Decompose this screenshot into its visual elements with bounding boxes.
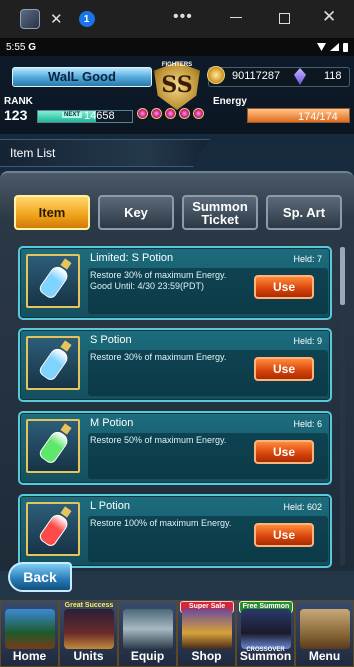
nav-shop-label: Shop bbox=[191, 649, 222, 663]
nav-equip[interactable]: Equip bbox=[118, 600, 177, 667]
item-held-count: Held: 9 bbox=[293, 336, 322, 346]
emblem-banner: FIGHTERS bbox=[161, 62, 193, 68]
item-list[interactable]: Limited: S Potion Held: 7 Restore 30% of… bbox=[14, 245, 338, 575]
rank-value: 123 bbox=[4, 107, 28, 123]
next-label: NEXT bbox=[62, 112, 83, 118]
gem-icon bbox=[165, 108, 176, 119]
category-tabs: Item Key Summon Ticket Sp. Art bbox=[14, 195, 342, 230]
nav-summon-label: Summon bbox=[239, 649, 292, 663]
wifi-icon bbox=[317, 43, 326, 51]
tab-summon-ticket[interactable]: Summon Ticket bbox=[182, 195, 258, 230]
use-button[interactable]: Use bbox=[254, 440, 314, 464]
lapis-value: 118 bbox=[324, 70, 342, 82]
gem-icon bbox=[137, 108, 148, 119]
nav-units[interactable]: Great Success Rate UP Units bbox=[59, 600, 118, 667]
item-name: M Potion bbox=[90, 417, 134, 429]
nav-summon[interactable]: Free Summon CROSSOVER Summon bbox=[236, 600, 295, 667]
item-name: Limited: S Potion bbox=[90, 252, 174, 264]
gem-icon bbox=[179, 108, 190, 119]
maximize-icon[interactable] bbox=[279, 13, 290, 24]
minimize-icon[interactable] bbox=[230, 17, 242, 18]
shop-treasure-icon bbox=[182, 609, 232, 649]
player-name: WalL Good bbox=[12, 67, 152, 87]
nav-shop[interactable]: Super Sale Shop bbox=[177, 600, 236, 667]
potion-icon bbox=[26, 502, 80, 556]
list-scroll-thumb[interactable] bbox=[340, 247, 345, 305]
item-held-count: Held: 7 bbox=[293, 254, 322, 264]
window-titlebar: ✕ 1 ••• ✕ bbox=[0, 0, 354, 38]
app-tab-icon bbox=[20, 9, 40, 29]
item-description: Restore 100% of maximum Energy. bbox=[90, 518, 232, 528]
list-item: S Potion Held: 9 Restore 30% of maximum … bbox=[18, 328, 332, 402]
nav-equip-label: Equip bbox=[130, 649, 165, 663]
clock: 5:55 bbox=[6, 41, 26, 53]
use-button[interactable]: Use bbox=[254, 275, 314, 299]
back-button[interactable]: Back bbox=[8, 562, 72, 592]
google-icon: G bbox=[28, 41, 37, 53]
item-description: Restore 30% of maximum Energy. Good Unti… bbox=[90, 270, 227, 291]
potion-icon bbox=[26, 336, 80, 390]
orb-gems bbox=[137, 108, 204, 119]
tab-sp-art[interactable]: Sp. Art bbox=[266, 195, 342, 230]
energy-value: 174/174 bbox=[298, 111, 338, 123]
list-item: L Potion Held: 602 Restore 100% of maxim… bbox=[18, 494, 332, 568]
energy-label: Energy bbox=[213, 96, 247, 107]
potion-icon bbox=[26, 419, 80, 473]
summon-character-icon bbox=[241, 609, 291, 649]
units-character-icon bbox=[64, 609, 114, 649]
gem-icon bbox=[151, 108, 162, 119]
signal-icon bbox=[330, 43, 339, 51]
nav-units-label: Units bbox=[73, 649, 104, 663]
nav-home[interactable]: Home bbox=[0, 600, 59, 667]
status-bar: 5:55 G bbox=[0, 38, 354, 56]
list-item: Limited: S Potion Held: 7 Restore 30% of… bbox=[18, 246, 332, 320]
gil-value: 90117287 bbox=[232, 70, 281, 82]
item-description: Restore 30% of maximum Energy. bbox=[90, 352, 227, 362]
rank-label: RANK bbox=[4, 96, 33, 107]
use-button[interactable]: Use bbox=[254, 357, 314, 381]
tab-item[interactable]: Item bbox=[14, 195, 90, 230]
gil-coin-icon bbox=[207, 66, 225, 84]
nav-menu[interactable]: Menu bbox=[295, 600, 354, 667]
tab-close-icon[interactable]: ✕ bbox=[50, 10, 63, 28]
menu-book-icon bbox=[300, 609, 350, 649]
item-name: S Potion bbox=[90, 334, 132, 346]
item-description: Restore 50% of maximum Energy. bbox=[90, 435, 227, 445]
item-name: L Potion bbox=[90, 500, 130, 512]
bottom-nav: Home Great Success Rate UP Units Equip S… bbox=[0, 600, 354, 667]
tab-key[interactable]: Key bbox=[98, 195, 174, 230]
page-title: Item List bbox=[10, 146, 56, 160]
nav-menu-label: Menu bbox=[308, 649, 341, 663]
item-held-count: Held: 6 bbox=[293, 419, 322, 429]
xp-to-next: 14658 bbox=[84, 110, 115, 122]
close-window-icon[interactable]: ✕ bbox=[322, 7, 336, 27]
notification-badge[interactable]: 1 bbox=[78, 11, 95, 27]
emblem-grade: SS bbox=[161, 72, 193, 98]
nav-home-label: Home bbox=[12, 649, 47, 663]
item-held-count: Held: 602 bbox=[283, 502, 322, 512]
more-options-icon[interactable]: ••• bbox=[173, 8, 193, 26]
potion-icon bbox=[26, 254, 80, 308]
gem-icon bbox=[193, 108, 204, 119]
home-house-icon bbox=[5, 609, 55, 649]
list-item: M Potion Held: 6 Restore 50% of maximum … bbox=[18, 411, 332, 485]
use-button[interactable]: Use bbox=[254, 523, 314, 547]
battery-icon bbox=[343, 42, 348, 52]
equip-sword-icon bbox=[123, 609, 173, 649]
